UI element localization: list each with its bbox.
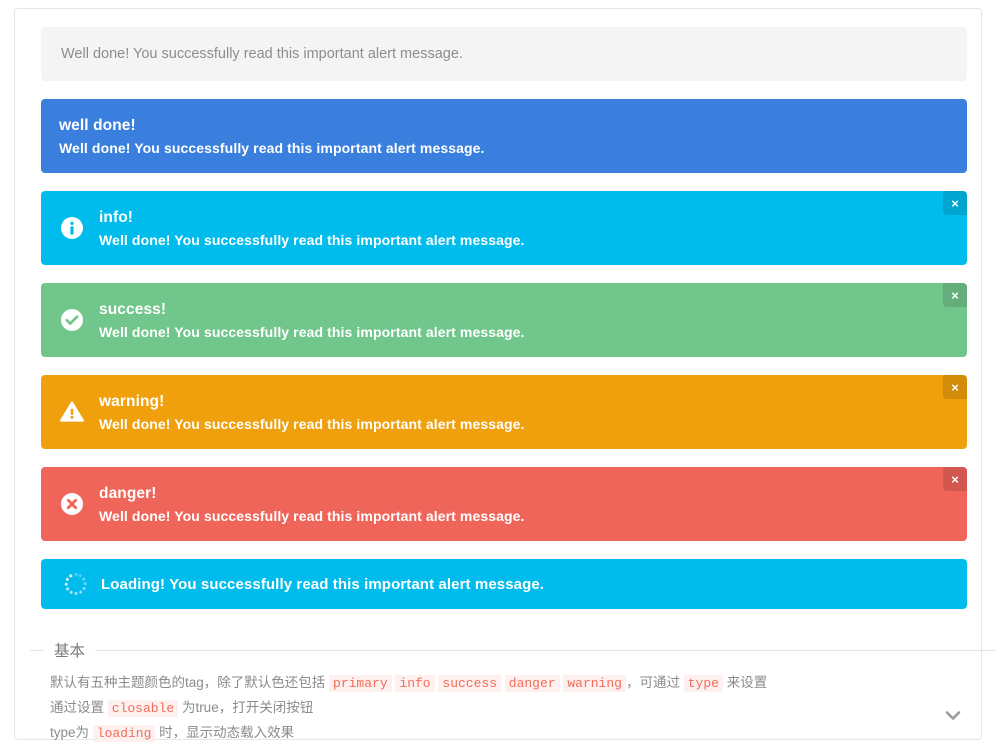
- doc-line-1: 默认有五种主题颜色的tag，除了默认色还包括 primary info succ…: [50, 671, 996, 696]
- info-alert-desc: Well done! You successfully read this im…: [99, 230, 949, 250]
- danger-alert-body: danger! Well done! You successfully read…: [99, 483, 949, 526]
- alert-list: Well done! You successfully read this im…: [41, 27, 967, 609]
- success-alert: success! Well done! You successfully rea…: [41, 283, 967, 357]
- primary-alert-desc: Well done! You successfully read this im…: [59, 138, 949, 158]
- doc-code-success: success: [438, 675, 501, 692]
- loading-alert: Loading! You successfully read this impo…: [41, 559, 967, 609]
- doc-code-loading: loading: [93, 725, 156, 742]
- doc-lines: 默认有五种主题颜色的tag，除了默认色还包括 primary info succ…: [30, 663, 996, 746]
- alert-demo-card: Well done! You successfully read this im…: [14, 8, 982, 740]
- warning-alert-title: warning!: [99, 391, 949, 412]
- info-alert: info! Well done! You successfully read t…: [41, 191, 967, 265]
- danger-alert-close-button[interactable]: ×: [943, 467, 967, 491]
- error-circle-icon: [57, 489, 87, 519]
- warning-triangle-icon: [57, 397, 87, 427]
- danger-alert-title: danger!: [99, 483, 949, 504]
- warning-alert-body: warning! Well done! You successfully rea…: [99, 391, 949, 434]
- info-circle-icon: [57, 213, 87, 243]
- danger-alert-desc: Well done! You successfully read this im…: [99, 506, 949, 526]
- doc-code-closable: closable: [108, 700, 178, 717]
- warning-alert-close-button[interactable]: ×: [943, 375, 967, 399]
- doc-line-2: 通过设置 closable 为true，打开关闭按钮: [50, 696, 996, 721]
- doc-legend-label: 基本: [44, 639, 95, 661]
- doc-line-1-text-c: 来设置: [723, 675, 767, 690]
- check-circle-icon: [57, 305, 87, 335]
- primary-alert-body: well done! Well done! You successfully r…: [59, 115, 949, 158]
- doc-legend-row: 基本: [30, 637, 996, 663]
- doc-code-type: type: [684, 675, 723, 692]
- warning-alert-desc: Well done! You successfully read this im…: [99, 414, 949, 434]
- doc-section: 基本 默认有五种主题颜色的tag，除了默认色还包括 primary info s…: [30, 637, 996, 746]
- doc-code-primary: primary: [329, 675, 392, 692]
- success-alert-desc: Well done! You successfully read this im…: [99, 322, 949, 342]
- doc-code-info: info: [395, 675, 434, 692]
- warning-alert: warning! Well done! You successfully rea…: [41, 375, 967, 449]
- default-alert-text: Well done! You successfully read this im…: [61, 45, 463, 63]
- doc-line-2-text-a: 通过设置: [50, 700, 108, 715]
- loading-alert-text: Loading! You successfully read this impo…: [101, 576, 544, 593]
- info-alert-close-button[interactable]: ×: [943, 191, 967, 215]
- doc-line-3-text-a: type为: [50, 725, 93, 740]
- doc-line-1-text-b: ，可通过: [626, 675, 684, 690]
- legend-right-line: [95, 650, 996, 651]
- doc-line-1-text-a: 默认有五种主题颜色的tag，除了默认色还包括: [50, 675, 329, 690]
- doc-line-2-text-b: 为true，打开关闭按钮: [178, 700, 313, 715]
- doc-code-warning: warning: [563, 675, 626, 692]
- primary-alert: well done! Well done! You successfully r…: [41, 99, 967, 173]
- doc-line-3-text-b: 时，显示动态载入效果: [155, 725, 294, 740]
- spinner-icon: [65, 573, 87, 595]
- info-alert-title: info!: [99, 207, 949, 228]
- doc-code-danger: danger: [505, 675, 560, 692]
- primary-alert-title: well done!: [59, 115, 949, 136]
- info-alert-body: info! Well done! You successfully read t…: [99, 207, 949, 250]
- legend-left-dash: [30, 650, 44, 651]
- default-alert: Well done! You successfully read this im…: [41, 27, 967, 81]
- success-alert-close-button[interactable]: ×: [943, 283, 967, 307]
- success-alert-title: success!: [99, 299, 949, 320]
- chevron-down-icon[interactable]: [941, 703, 965, 727]
- success-alert-body: success! Well done! You successfully rea…: [99, 299, 949, 342]
- doc-line-3: type为 loading 时，显示动态载入效果: [50, 721, 996, 746]
- danger-alert: danger! Well done! You successfully read…: [41, 467, 967, 541]
